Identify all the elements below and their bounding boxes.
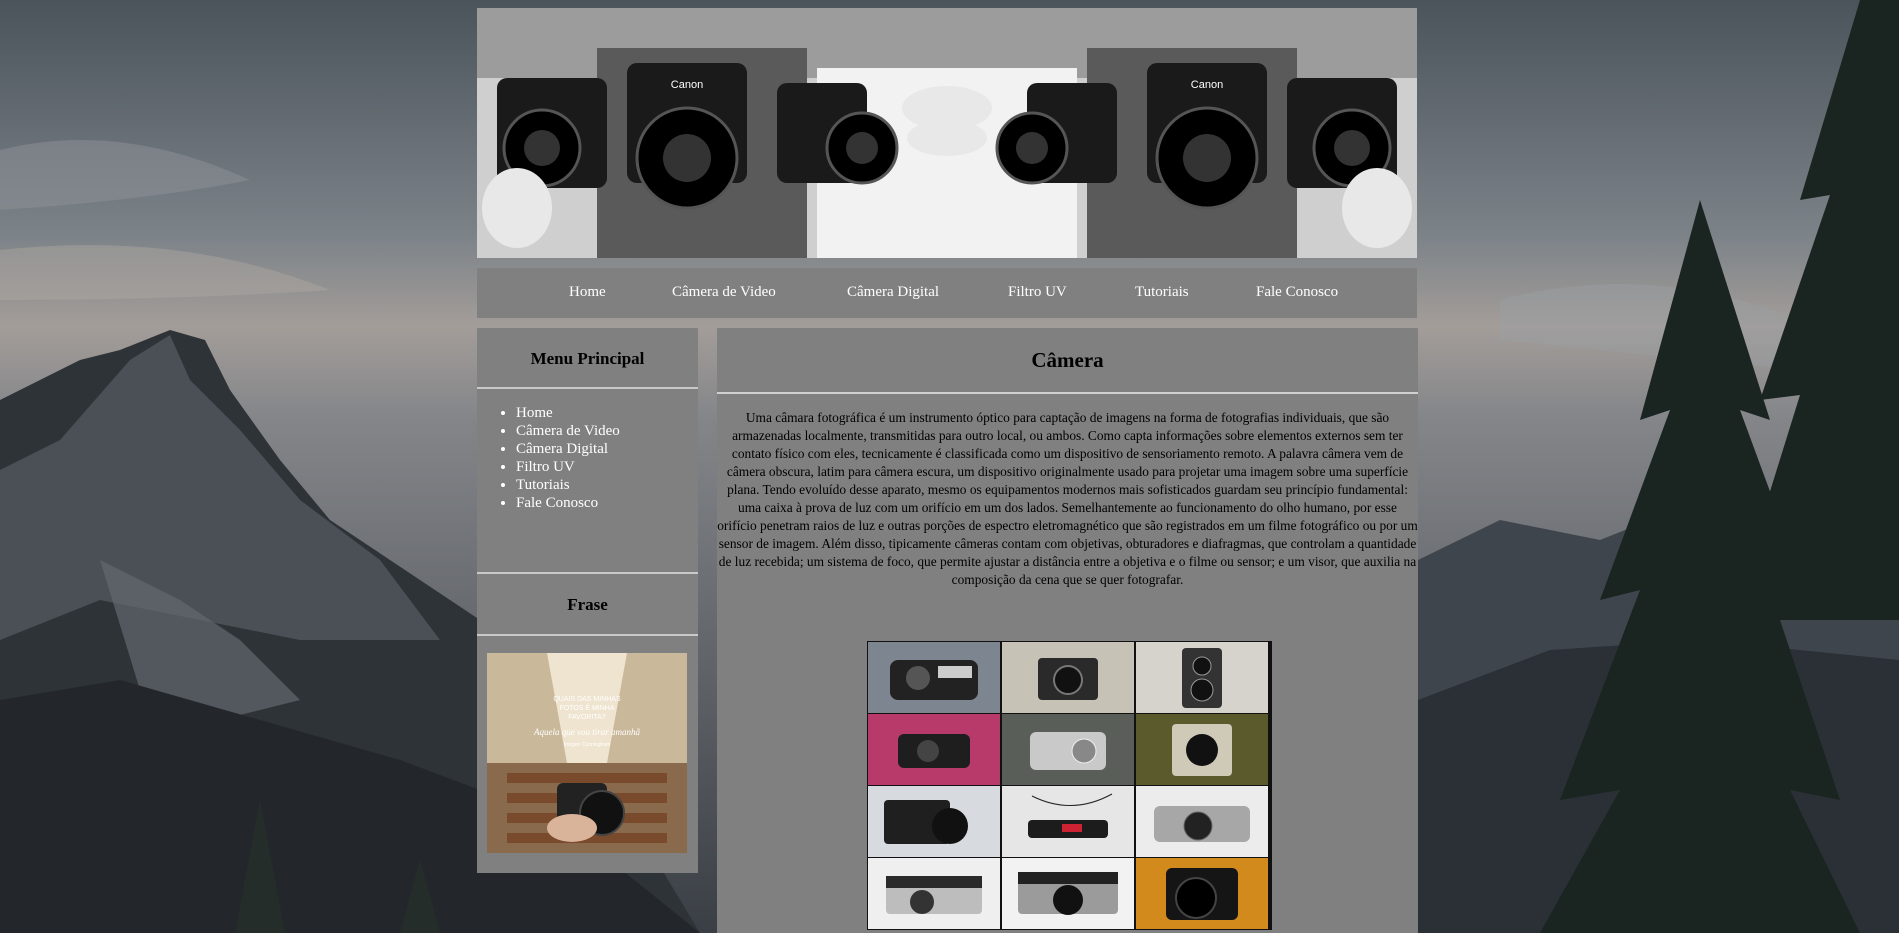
gallery-photo bbox=[1136, 858, 1268, 929]
svg-text:Canon: Canon bbox=[1191, 79, 1223, 91]
page-title: Câmera bbox=[1031, 348, 1104, 372]
quote-image: QUAIS DAS MINHAS FOTOS É MINHA FAVORITA?… bbox=[487, 653, 687, 853]
gallery-photo bbox=[868, 858, 1000, 929]
divider bbox=[477, 387, 698, 389]
gallery-photo bbox=[1136, 786, 1268, 857]
sidebar-menu-title: Menu Principal bbox=[530, 349, 645, 368]
sidebar-item-camera-digital[interactable]: Câmera Digital bbox=[516, 440, 620, 458]
main-content: Câmera Uma câmara fotográfica é um instr… bbox=[717, 328, 1418, 933]
sidebar: Menu Principal Home Câmera de Video Câme… bbox=[477, 328, 698, 873]
sidebar-item-fale-conosco[interactable]: Fale Conosco bbox=[516, 494, 620, 512]
gallery-photo bbox=[1002, 642, 1134, 713]
svg-text:QUAIS DAS MINHAS: QUAIS DAS MINHAS bbox=[553, 696, 621, 703]
nav-tutoriais[interactable]: Tutoriais bbox=[1135, 284, 1189, 301]
sidebar-item-home[interactable]: Home bbox=[516, 404, 620, 422]
page-container: Canon Canon Home Câmera de Video Câmera … bbox=[477, 0, 1418, 933]
sidebar-item-tutoriais[interactable]: Tutoriais bbox=[516, 476, 620, 494]
sidebar-quote-title: Frase bbox=[567, 595, 608, 614]
sidebar-item-camera-de-video[interactable]: Câmera de Video bbox=[516, 422, 620, 440]
nav-camera-digital[interactable]: Câmera Digital bbox=[847, 284, 939, 301]
divider bbox=[477, 634, 698, 636]
nav-home[interactable]: Home bbox=[569, 284, 606, 301]
header-banner: Canon Canon bbox=[477, 8, 1417, 258]
nav-filtro-uv[interactable]: Filtro UV bbox=[1008, 284, 1067, 301]
svg-text:FOTOS É MINHA: FOTOS É MINHA bbox=[559, 703, 614, 712]
gallery-photo bbox=[1002, 714, 1134, 785]
top-nav: Home Câmera de Video Câmera Digital Filt… bbox=[477, 268, 1417, 318]
sidebar-item-filtro-uv[interactable]: Filtro UV bbox=[516, 458, 620, 476]
svg-text:Aquela que vou tirar amanhã: Aquela que vou tirar amanhã bbox=[533, 727, 640, 737]
article-text: Uma câmara fotográfica é um instrumento … bbox=[717, 410, 1418, 587]
sidebar-menu-list: Home Câmera de Video Câmera Digital Filt… bbox=[477, 404, 620, 512]
cameras-banner-image: Canon Canon bbox=[477, 8, 1417, 258]
svg-text:Canon: Canon bbox=[671, 79, 703, 91]
gallery-photo bbox=[1136, 642, 1268, 713]
svg-text:FAVORITA?: FAVORITA? bbox=[568, 714, 606, 721]
gallery-photo bbox=[1136, 714, 1268, 785]
camera-gallery bbox=[867, 641, 1272, 930]
nav-camera-de-video[interactable]: Câmera de Video bbox=[672, 284, 776, 301]
gallery-photo bbox=[1002, 786, 1134, 857]
gallery-photo bbox=[868, 714, 1000, 785]
nav-fale-conosco[interactable]: Fale Conosco bbox=[1256, 284, 1338, 301]
gallery-photo bbox=[868, 642, 1000, 713]
gallery-photo bbox=[1002, 858, 1134, 929]
divider bbox=[717, 392, 1418, 394]
divider bbox=[477, 572, 698, 574]
gallery-photo bbox=[868, 786, 1000, 857]
svg-text:Imogen Cunningham: Imogen Cunningham bbox=[564, 742, 610, 748]
